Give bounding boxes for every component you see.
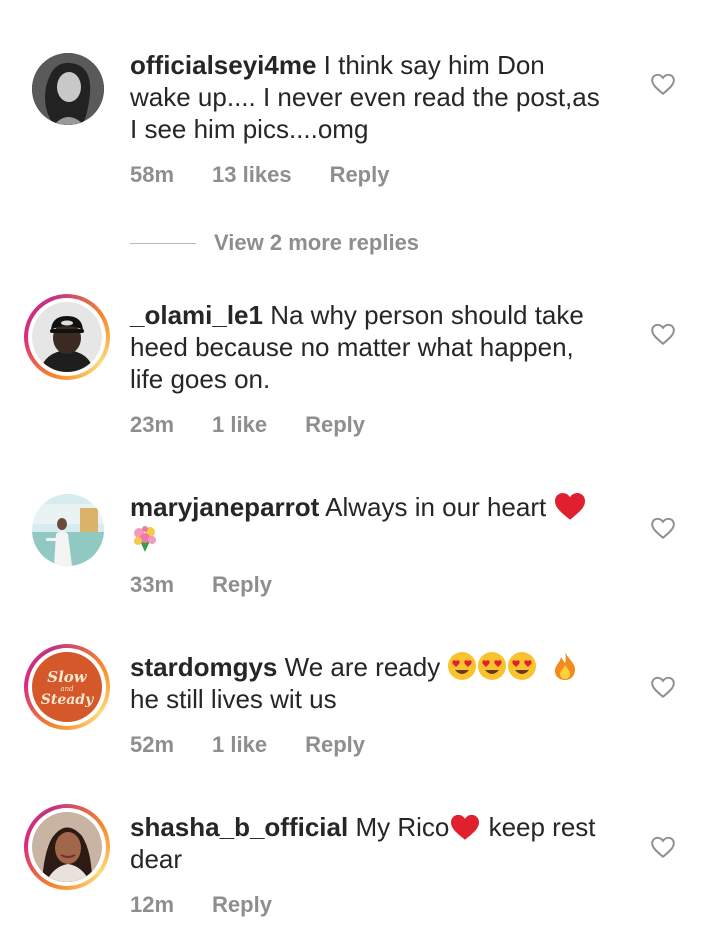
- bouquet-emoji: [134, 526, 156, 552]
- view-more-replies[interactable]: View 2 more replies: [130, 230, 419, 256]
- comment-time: 12m: [130, 892, 175, 917]
- comment-body: maryjaneparrot Always in our heart: [130, 491, 620, 555]
- comment-username[interactable]: _olami_le1: [130, 300, 263, 330]
- comment-time: 23m: [130, 412, 175, 437]
- comment-time: 33m: [130, 572, 175, 597]
- avatar-image: [32, 812, 102, 882]
- reply-button[interactable]: Reply: [212, 892, 272, 918]
- comment-text: My Rico: [355, 812, 450, 842]
- heart-outline-icon[interactable]: [650, 835, 676, 859]
- comment-body: _olami_le1 Na why person should take hee…: [130, 299, 620, 395]
- comment-meta: 23m 1 like Reply: [130, 412, 365, 438]
- avatar[interactable]: [32, 494, 104, 566]
- like-count[interactable]: 1 like: [212, 412, 267, 438]
- comment-text: he still lives wit us: [130, 684, 337, 714]
- comment-text: I think say him Don: [323, 50, 545, 80]
- fire-emoji: [554, 652, 575, 680]
- avatar-text: Steady: [41, 692, 94, 708]
- avatar[interactable]: [24, 804, 110, 890]
- comment-username[interactable]: maryjaneparrot: [130, 492, 319, 522]
- red-heart-emoji: [451, 814, 480, 840]
- comment-body: officialseyi4me I think say him Don wake…: [130, 49, 620, 145]
- heart-outline-icon[interactable]: [650, 72, 676, 96]
- heart-outline-icon[interactable]: [650, 322, 676, 346]
- view-more-label[interactable]: View 2 more replies: [214, 230, 419, 256]
- comment-time: 52m: [130, 732, 175, 757]
- like-count[interactable]: 13 likes: [212, 162, 292, 188]
- comment-username[interactable]: stardomgys: [130, 652, 277, 682]
- comment-username[interactable]: shasha_b_official: [130, 812, 348, 842]
- like-count[interactable]: 1 like: [212, 732, 267, 758]
- comment-time: 58m: [130, 162, 175, 187]
- comment-text: Na why person should take: [270, 300, 584, 330]
- heart-outline-icon[interactable]: [650, 675, 676, 699]
- comment-text: wake up.... I never even read the post,a…: [130, 82, 600, 112]
- comment-text: Always in our heart: [325, 492, 547, 522]
- comment-body: shasha_b_official My Rico keep rest dear: [130, 811, 620, 875]
- avatar-image: Slow and Steady: [32, 652, 102, 722]
- heart-eyes-emoji: [508, 652, 537, 680]
- comment-meta: 33m Reply: [130, 572, 272, 598]
- reply-button[interactable]: Reply: [330, 162, 390, 188]
- comment-text: dear: [130, 844, 183, 874]
- avatar[interactable]: [24, 294, 110, 380]
- avatar-text: Slow: [47, 668, 88, 686]
- comment-text: life goes on.: [130, 364, 271, 394]
- comment-meta: 52m 1 like Reply: [130, 732, 365, 758]
- avatar-image: [32, 302, 102, 372]
- heart-eyes-emoji: [478, 652, 507, 680]
- comment-text: We are ready: [284, 652, 441, 682]
- divider: [130, 242, 196, 244]
- comment-username[interactable]: officialseyi4me: [130, 50, 316, 80]
- comment-meta: 58m 13 likes Reply: [130, 162, 389, 188]
- heart-outline-icon[interactable]: [650, 516, 676, 540]
- reply-button[interactable]: Reply: [305, 412, 365, 438]
- heart-eyes-emoji: [448, 652, 477, 680]
- comment-meta: 12m Reply: [130, 892, 272, 918]
- reply-button[interactable]: Reply: [305, 732, 365, 758]
- red-heart-emoji: [555, 493, 586, 520]
- comment-text: keep rest: [481, 812, 596, 842]
- avatar[interactable]: Slow and Steady: [24, 644, 110, 730]
- comment-text: I see him pics....omg: [130, 114, 369, 144]
- comment-text: heed because no matter what happen,: [130, 332, 574, 362]
- reply-button[interactable]: Reply: [212, 572, 272, 598]
- comment-body: stardomgys We are ready he still lives w…: [130, 651, 620, 715]
- avatar[interactable]: [32, 53, 104, 125]
